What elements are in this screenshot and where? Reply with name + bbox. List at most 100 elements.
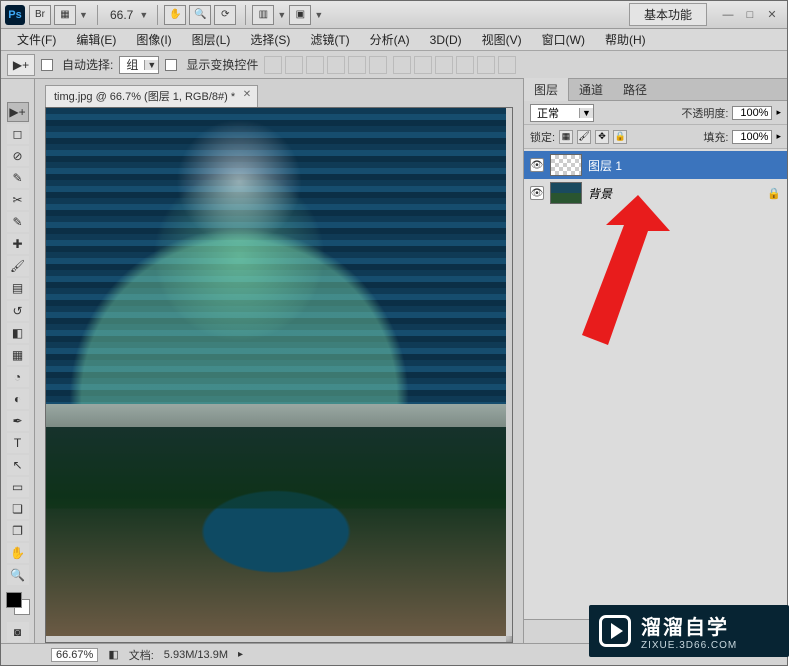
visibility-eye-icon[interactable]: 👁 [530, 186, 544, 200]
move-tool[interactable]: ▶+ [7, 102, 29, 122]
blur-tool[interactable]: ◔ [7, 367, 29, 387]
active-tool-indicator[interactable]: ▶+ [7, 54, 35, 76]
history-brush-tool[interactable]: ↺ [7, 301, 29, 321]
align-buttons-disabled [264, 56, 387, 74]
menu-window[interactable]: 窗口(W) [532, 31, 595, 48]
arrange-docs-icon[interactable]: ▥ [252, 5, 274, 25]
menu-image[interactable]: 图像(I) [126, 31, 181, 48]
dropdown-icon[interactable]: ▼ [314, 10, 326, 20]
rotate-view-icon[interactable]: ⟳ [214, 5, 236, 25]
show-transform-checkbox[interactable] [165, 59, 177, 71]
marquee-tool[interactable]: ◻ [7, 124, 29, 144]
document-tab[interactable]: timg.jpg @ 66.7% (图层 1, RGB/8#) * ✕ [45, 85, 258, 107]
menu-bar: 文件(F) 编辑(E) 图像(I) 图层(L) 选择(S) 滤镜(T) 分析(A… [1, 29, 787, 51]
dodge-tool[interactable]: ◐ [7, 389, 29, 409]
path-select-tool[interactable]: ↖ [7, 455, 29, 475]
hand-tool[interactable]: ✋ [7, 543, 29, 563]
lock-position-icon[interactable]: ✥ [595, 130, 609, 144]
auto-select-checkbox[interactable] [41, 59, 53, 71]
status-zoom[interactable]: 66.67% [51, 648, 98, 662]
chevron-right-icon[interactable]: ▸ [238, 649, 243, 660]
layer-thumbnail[interactable] [550, 154, 582, 176]
menu-filter[interactable]: 滤镜(T) [300, 31, 359, 48]
auto-select-combo[interactable]: 组 ▼ [119, 56, 159, 74]
tab-channels[interactable]: 通道 [569, 78, 613, 101]
opacity-value[interactable]: 100% [732, 106, 772, 120]
lasso-tool[interactable]: ⊘ [7, 146, 29, 166]
menu-select[interactable]: 选择(S) [240, 31, 300, 48]
layer-row-background[interactable]: 👁 背景 🔒 [524, 179, 787, 207]
menu-edit[interactable]: 编辑(E) [66, 31, 126, 48]
zoom-tool-icon[interactable]: 🔍 [189, 5, 211, 25]
layer-row-1[interactable]: 👁 图层 1 [524, 151, 787, 179]
chevron-down-icon: ▼ [579, 108, 593, 118]
lock-all-icon[interactable]: 🔒 [613, 130, 627, 144]
dropdown-icon[interactable]: ▼ [79, 10, 91, 20]
vertical-scrollbar[interactable] [506, 108, 512, 636]
zoom-level-label[interactable]: 66.7 [110, 8, 133, 22]
tab-layers[interactable]: 图层 [524, 78, 569, 101]
3d-tool[interactable]: ❏ [7, 499, 29, 519]
blend-mode-combo[interactable]: 正常 ▼ [530, 104, 594, 122]
document-tab-strip: timg.jpg @ 66.7% (图层 1, RGB/8#) * ✕ [45, 85, 523, 107]
visibility-eye-icon[interactable]: 👁 [530, 158, 544, 172]
status-info-icon[interactable]: ◧ [108, 648, 118, 661]
opacity-label: 不透明度: [681, 105, 728, 121]
pen-tool[interactable]: ✒ [7, 411, 29, 431]
crop-tool[interactable]: ✂ [7, 190, 29, 210]
chevron-down-icon: ▼ [144, 60, 158, 70]
watermark-title: 溜溜自学 [641, 611, 737, 640]
title-bar: Ps Br ▦ ▼ 66.7 ▼ ✋ 🔍 ⟳ ▥ ▼ ▣ ▼ 基本功能 — □ … [1, 1, 787, 29]
horizontal-scrollbar[interactable] [46, 636, 506, 642]
clone-stamp-tool[interactable]: ▤ [7, 278, 29, 298]
menu-3d[interactable]: 3D(D) [420, 33, 472, 47]
healing-brush-tool[interactable]: ✚ [7, 234, 29, 254]
lock-transparent-icon[interactable]: ▦ [559, 130, 573, 144]
brush-tool[interactable]: 🖌 [7, 256, 29, 276]
shape-tool[interactable]: ▭ [7, 477, 29, 497]
minibridge-button[interactable]: ▦ [54, 5, 76, 25]
fill-value[interactable]: 100% [732, 130, 772, 144]
workspace-switcher[interactable]: 基本功能 [629, 3, 707, 26]
menu-help[interactable]: 帮助(H) [595, 31, 656, 48]
gradient-tool[interactable]: ▦ [7, 345, 29, 365]
layer-thumbnail[interactable] [550, 182, 582, 204]
bridge-button[interactable]: Br [29, 5, 51, 25]
menu-layer[interactable]: 图层(L) [182, 31, 241, 48]
document-area: timg.jpg @ 66.7% (图层 1, RGB/8#) * ✕ [35, 79, 523, 643]
minimize-button[interactable]: — [720, 8, 736, 22]
lock-image-icon[interactable]: 🖌 [577, 130, 591, 144]
close-button[interactable]: ✕ [764, 8, 780, 22]
blend-opacity-row: 正常 ▼ 不透明度: 100% ▸ [524, 101, 787, 125]
tab-paths[interactable]: 路径 [613, 78, 657, 101]
3d-camera-tool[interactable]: ❐ [7, 521, 29, 541]
hand-tool-icon[interactable]: ✋ [164, 5, 186, 25]
dropdown-icon[interactable]: ▼ [277, 10, 289, 20]
eyedropper-tool[interactable]: ✎ [7, 212, 29, 232]
close-tab-icon[interactable]: ✕ [243, 89, 251, 100]
menu-analysis[interactable]: 分析(A) [360, 31, 420, 48]
menu-file[interactable]: 文件(F) [7, 31, 66, 48]
color-swatches[interactable] [6, 592, 30, 615]
foreground-color[interactable] [6, 592, 22, 608]
zoom-tool[interactable]: 🔍 [7, 565, 29, 585]
menu-view[interactable]: 视图(V) [472, 31, 532, 48]
type-tool[interactable]: T [7, 433, 29, 453]
canvas[interactable] [46, 108, 506, 636]
dropdown-icon[interactable]: ▼ [139, 10, 151, 20]
lock-fill-row: 锁定: ▦ 🖌 ✥ 🔒 填充: 100% ▸ [524, 125, 787, 149]
status-doc-size: 5.93M/13.9M [164, 649, 228, 661]
maximize-button[interactable]: □ [742, 8, 758, 22]
chevron-right-icon[interactable]: ▸ [776, 107, 781, 118]
chevron-right-icon[interactable]: ▸ [776, 131, 781, 142]
auto-select-label: 自动选择: [62, 56, 113, 73]
main-area: ▶+ ◻ ⊘ ✎ ✂ ✎ ✚ 🖌 ▤ ↺ ◧ ▦ ◔ ◐ ✒ T ↖ ▭ ❏ ❐… [1, 79, 787, 643]
eraser-tool[interactable]: ◧ [7, 323, 29, 343]
quick-select-tool[interactable]: ✎ [7, 168, 29, 188]
layer-name[interactable]: 图层 1 [588, 157, 781, 174]
quickmask-tool[interactable]: ◙ [7, 622, 29, 642]
screen-mode-icon[interactable]: ▣ [289, 5, 311, 25]
layer-name[interactable]: 背景 [588, 185, 761, 202]
fill-label: 填充: [703, 129, 728, 145]
status-doc-label: 文档: [129, 647, 154, 663]
